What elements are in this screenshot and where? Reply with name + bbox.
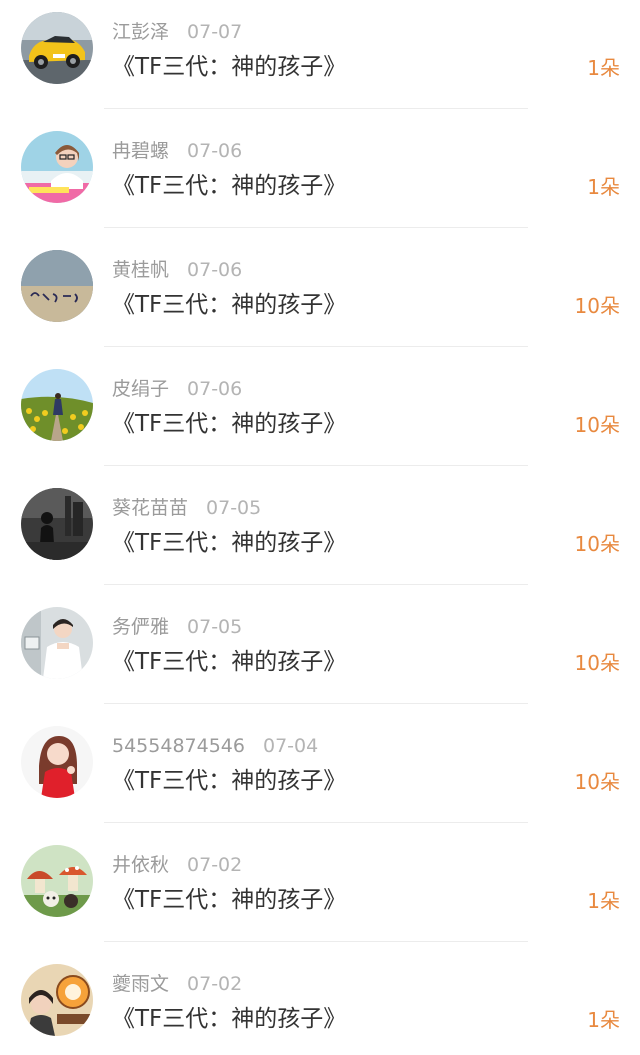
list-item[interactable]: 黄桂帆 07-06 《TF三代：神的孩子》 10朵 bbox=[0, 238, 640, 357]
dark-silhouette-avatar[interactable] bbox=[21, 488, 93, 560]
flower-field-avatar[interactable] bbox=[21, 369, 93, 441]
comment-date: 07-05 bbox=[206, 497, 262, 519]
list-item[interactable]: 54554874546 07-04 《TF三代：神的孩子》 10朵 bbox=[0, 714, 640, 833]
divider bbox=[104, 941, 528, 942]
girl-with-glasses-avatar[interactable] bbox=[21, 131, 93, 203]
comment-date: 07-02 bbox=[187, 973, 243, 995]
list-item[interactable]: 葵花苗苗 07-05 《TF三代：神的孩子》 10朵 bbox=[0, 476, 640, 595]
comment-date: 07-07 bbox=[187, 21, 243, 43]
comment-date: 07-02 bbox=[187, 854, 243, 876]
username[interactable]: 54554874546 bbox=[112, 735, 245, 757]
divider bbox=[104, 227, 528, 228]
cartoon-logo-avatar[interactable] bbox=[21, 964, 93, 1036]
comment-date: 07-06 bbox=[187, 259, 243, 281]
username[interactable]: 务俨雅 bbox=[112, 616, 169, 638]
book-title[interactable]: 《TF三代：神的孩子》 bbox=[112, 407, 346, 441]
username[interactable]: 夔雨文 bbox=[112, 973, 169, 995]
flower-count: 10朵 bbox=[574, 294, 620, 318]
book-title[interactable]: 《TF三代：神的孩子》 bbox=[112, 1002, 346, 1036]
divider bbox=[104, 465, 528, 466]
list-item[interactable]: 皮绢子 07-06 《TF三代：神的孩子》 10朵 bbox=[0, 357, 640, 476]
comment-meta: 皮绢子 07-06 bbox=[112, 376, 242, 402]
list-item[interactable]: 井依秋 07-02 《TF三代：神的孩子》 1朵 bbox=[0, 833, 640, 952]
flower-count: 10朵 bbox=[574, 413, 620, 437]
flower-count: 1朵 bbox=[587, 56, 620, 80]
comment-meta: 江彭泽 07-07 bbox=[112, 19, 242, 45]
comment-meta: 务俨雅 07-05 bbox=[112, 614, 242, 640]
book-title[interactable]: 《TF三代：神的孩子》 bbox=[112, 169, 346, 203]
flower-count: 1朵 bbox=[587, 1008, 620, 1032]
mushroom-toys-avatar[interactable] bbox=[21, 845, 93, 917]
comment-meta: 葵花苗苗 07-05 bbox=[112, 495, 261, 521]
flower-count: 10朵 bbox=[574, 532, 620, 556]
username[interactable]: 冉碧螺 bbox=[112, 140, 169, 162]
comment-list: 江彭泽 07-07 《TF三代：神的孩子》 1朵 冉碧螺 07-06 《TF三代：神… bbox=[0, 0, 640, 1055]
divider bbox=[104, 822, 528, 823]
username[interactable]: 井依秋 bbox=[112, 854, 169, 876]
username[interactable]: 江彭泽 bbox=[112, 21, 169, 43]
divider bbox=[104, 346, 528, 347]
comment-date: 07-04 bbox=[262, 735, 319, 757]
comment-date: 07-06 bbox=[187, 378, 243, 400]
divider bbox=[104, 584, 528, 585]
boy-white-shirt-avatar[interactable] bbox=[21, 607, 93, 679]
book-title[interactable]: 《TF三代：神的孩子》 bbox=[112, 526, 346, 560]
comment-meta: 黄桂帆 07-06 bbox=[112, 257, 242, 283]
flower-count: 10朵 bbox=[574, 770, 620, 794]
girl-red-dress-avatar[interactable] bbox=[21, 726, 93, 798]
book-title[interactable]: 《TF三代：神的孩子》 bbox=[112, 50, 346, 84]
flower-count: 1朵 bbox=[587, 175, 620, 199]
list-item[interactable]: 务俨雅 07-05 《TF三代：神的孩子》 10朵 bbox=[0, 595, 640, 714]
list-item[interactable]: 冉碧螺 07-06 《TF三代：神的孩子》 1朵 bbox=[0, 119, 640, 238]
comment-meta: 井依秋 07-02 bbox=[112, 852, 242, 878]
username[interactable]: 黄桂帆 bbox=[112, 259, 169, 281]
username[interactable]: 葵花苗苗 bbox=[112, 497, 188, 519]
handwritten-sign-avatar[interactable] bbox=[21, 250, 93, 322]
divider bbox=[104, 108, 528, 109]
book-title[interactable]: 《TF三代：神的孩子》 bbox=[112, 288, 346, 322]
username[interactable]: 皮绢子 bbox=[112, 378, 169, 400]
book-title[interactable]: 《TF三代：神的孩子》 bbox=[112, 645, 346, 679]
divider bbox=[104, 703, 528, 704]
comment-meta: 54554874546 07-04 bbox=[112, 733, 318, 759]
list-item[interactable]: 夔雨文 07-02 《TF三代：神的孩子》 1朵 bbox=[0, 952, 640, 1055]
comment-date: 07-05 bbox=[187, 616, 243, 638]
book-title[interactable]: 《TF三代：神的孩子》 bbox=[112, 883, 346, 917]
yellow-sports-car-avatar[interactable] bbox=[21, 12, 93, 84]
flower-count: 10朵 bbox=[574, 651, 620, 675]
comment-meta: 冉碧螺 07-06 bbox=[112, 138, 242, 164]
list-item[interactable]: 江彭泽 07-07 《TF三代：神的孩子》 1朵 bbox=[0, 0, 640, 119]
comment-date: 07-06 bbox=[187, 140, 243, 162]
comment-meta: 夔雨文 07-02 bbox=[112, 971, 242, 997]
book-title[interactable]: 《TF三代：神的孩子》 bbox=[112, 764, 346, 798]
flower-count: 1朵 bbox=[587, 889, 620, 913]
